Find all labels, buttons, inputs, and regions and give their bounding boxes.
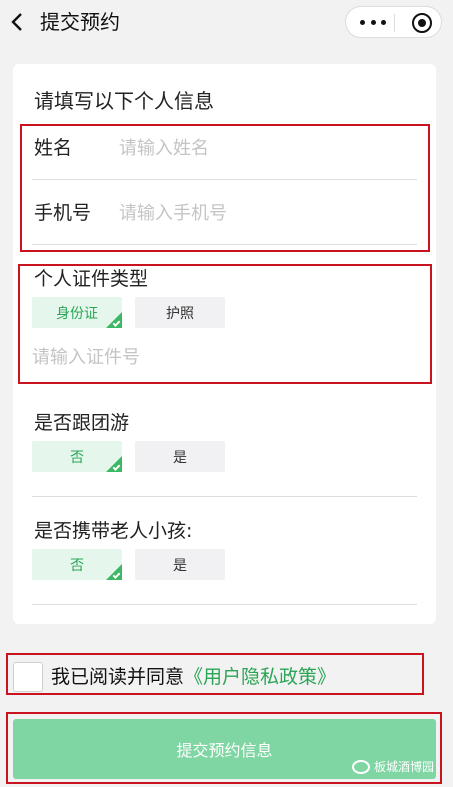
group-tour-option-no[interactable]: 否	[32, 441, 122, 472]
form-title: 请填写以下个人信息	[34, 89, 214, 113]
elderly-children-option-label: 是	[173, 557, 187, 574]
page-title: 提交预约	[40, 10, 120, 34]
group-tour-option-yes[interactable]: 是	[135, 441, 225, 472]
agreement-row: 我已阅读并同意《用户隐私政策》	[13, 662, 423, 692]
highlight-box-name-phone	[20, 124, 430, 252]
elderly-children-option-no[interactable]: 否	[32, 549, 122, 580]
wechat-logo-icon	[352, 759, 370, 774]
watermark-text: 板城酒博园	[374, 760, 435, 774]
with-elderly-children-label: 是否携带老人小孩:	[34, 520, 193, 542]
elderly-children-option-label: 否	[70, 557, 84, 574]
elderly-children-divider	[32, 604, 417, 605]
group-tour-label: 是否跟团游	[34, 412, 130, 434]
agreement-label: 我已阅读并同意	[51, 666, 185, 688]
check-icon	[112, 571, 121, 579]
mini-program-capsule	[345, 6, 442, 38]
agreement-checkbox[interactable]	[13, 662, 43, 692]
agreement-text: 我已阅读并同意《用户隐私政策》	[51, 664, 336, 690]
elderly-children-option-yes[interactable]: 是	[135, 549, 225, 580]
nav-bar: 提交预约	[0, 0, 453, 44]
group-tour-option-label: 否	[70, 449, 84, 466]
chevron-left-icon	[11, 13, 22, 31]
back-button[interactable]	[8, 10, 26, 34]
more-menu-icon[interactable]	[360, 16, 386, 28]
privacy-policy-link[interactable]: 《用户隐私政策》	[184, 666, 336, 688]
close-program-icon[interactable]	[412, 13, 432, 33]
capsule-divider	[394, 14, 395, 32]
highlight-box-id	[18, 264, 432, 384]
group-tour-divider	[32, 496, 417, 497]
group-tour-option-label: 是	[173, 449, 187, 466]
check-icon	[112, 463, 121, 471]
watermark: 板城酒博园	[352, 758, 434, 775]
